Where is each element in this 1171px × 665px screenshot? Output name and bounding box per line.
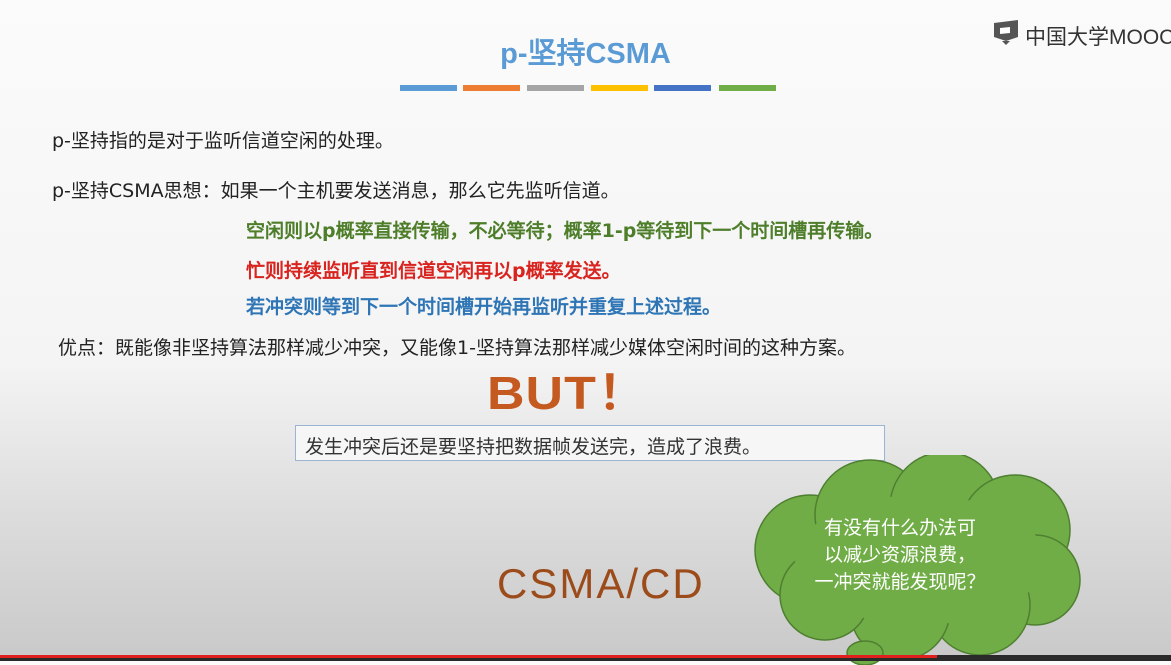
cloud-line-3: 一冲突就能发现呢？ — [814, 571, 986, 593]
idea-text: p-坚持CSMA思想：如果一个主机要发送消息，那么它先监听信道。 — [52, 180, 620, 202]
idle-rule-text: 空闲则以p概率直接传输，不必等待；概率1-p等待到下一个时间槽再传输。 — [246, 220, 884, 242]
cloud-line-1: 有没有什么办法可 — [823, 517, 976, 539]
slide-title: p-坚持CSMA — [500, 38, 671, 70]
video-progress-fill[interactable] — [0, 655, 937, 658]
advantage-text: 优点：既能像非坚持算法那样减少冲突，又能像1-坚持算法那样减少媒体空闲时间的这种… — [58, 337, 856, 359]
definition-text: p-坚持指的是对于监听信道空闲的处理。 — [52, 130, 394, 152]
drawback-text: 发生冲突后还是要坚持把数据帧发送完，造成了浪费。 — [305, 436, 762, 458]
collision-rule-text: 若冲突则等到下一个时间槽开始再监听并重复上述过程。 — [246, 296, 722, 318]
title-bar-5 — [654, 85, 711, 91]
csmacd-heading: CSMA/CD — [497, 560, 705, 607]
title-bar-1 — [400, 85, 457, 91]
cloud-line-2: 以减少资源浪费， — [823, 544, 976, 566]
busy-rule-text: 忙则持续监听直到信道空闲再以p概率发送。 — [246, 260, 621, 282]
title-bar-6 — [719, 85, 776, 91]
but-heading: BUT！ — [487, 367, 650, 420]
cloud-question: 有没有什么办法可 以减少资源浪费， 一冲突就能发现呢？ — [780, 515, 1020, 596]
title-bar-2 — [463, 85, 520, 91]
title-bar-3 — [527, 85, 584, 91]
title-bar-4 — [591, 85, 648, 91]
